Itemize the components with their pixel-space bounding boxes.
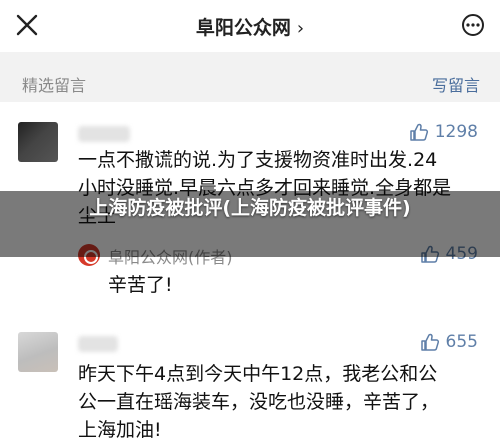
write-comment-button[interactable]: 写留言 (432, 72, 480, 96)
avatar[interactable] (18, 332, 58, 372)
page-title-text: 阜阳公众网 (195, 17, 291, 39)
section-title: 精选留言 (22, 76, 87, 95)
top-bar: 阜阳公众网 › (0, 0, 500, 52)
more-icon[interactable] (458, 12, 488, 38)
comment-text: 昨天下午4点到今天中午12点，我老公和公 公一直在瑶海装车，没吃也没睡，辛苦了，… (78, 360, 488, 444)
page-title[interactable]: 阜阳公众网 › (0, 13, 500, 40)
divider-gap (0, 52, 500, 66)
section-header: 精选留言 写留言 (0, 66, 500, 102)
like-count: 1298 (434, 122, 478, 142)
caption-text: 上海防疫被批评(上海防疫被批评事件) (89, 197, 411, 219)
like-button[interactable]: 655 (420, 332, 478, 352)
like-button[interactable]: 1298 (409, 122, 478, 142)
thumbs-up-icon (420, 333, 439, 351)
thumbs-up-icon (409, 123, 428, 141)
comment-line: 上海加油! (78, 419, 162, 441)
caption-overlay: 上海防疫被批评(上海防疫被批评事件) (0, 191, 500, 257)
comment-line: 昨天下午4点到今天中午12点，我老公和公 (78, 363, 438, 385)
comment-line: 一点不撒谎的说.为了支援物资准时出发.24 (78, 149, 438, 171)
reply-text: 辛苦了! (108, 274, 173, 296)
avatar[interactable] (18, 122, 58, 162)
username-blurred (78, 336, 118, 352)
comment-line: 公一直在瑶海装车，没吃也没睡，辛苦了， (78, 391, 440, 413)
username-blurred (78, 126, 130, 142)
chevron-right-icon: › (296, 18, 305, 39)
like-count: 655 (445, 332, 478, 352)
